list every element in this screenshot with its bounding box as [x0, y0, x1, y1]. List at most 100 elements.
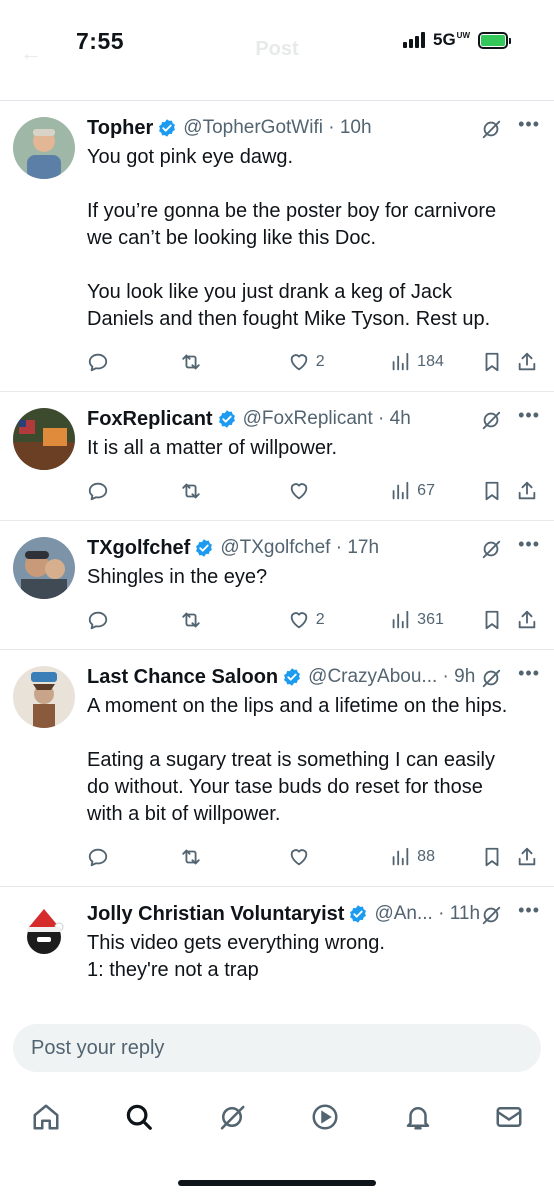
mail-icon[interactable]: [492, 1100, 526, 1134]
reply-icon: [88, 353, 108, 372]
reply-header: Topher @TopherGotWifi · 10h: [87, 116, 540, 140]
share-button[interactable]: [516, 480, 538, 502]
views-button[interactable]: 88: [389, 846, 467, 868]
reply-body: You got pink eye dawg. If you’re gonna be…: [87, 144, 540, 333]
grok-icon[interactable]: [480, 118, 502, 140]
bookmark-button[interactable]: [481, 351, 503, 373]
reply-text-line: Shingles in the eye?: [87, 566, 268, 588]
grok-icon[interactable]: [480, 667, 502, 689]
repost-icon: [182, 612, 201, 628]
network-label: 5G UW: [432, 30, 470, 49]
reply-header: Jolly Christian Voluntaryist @An... · 11…: [87, 902, 540, 926]
author-name[interactable]: TXgolfchef: [87, 537, 190, 560]
reply-item[interactable]: Last Chance Saloon @CrazyAbou... · 9h ••…: [0, 650, 554, 887]
status-time: 7:55: [76, 28, 125, 54]
reply-text-line: You got pink eye dawg.: [87, 146, 294, 168]
view-count: 88: [417, 848, 435, 865]
view-count: 67: [417, 482, 435, 499]
reply-button[interactable]: [87, 351, 167, 373]
reply-item[interactable]: Topher @TopherGotWifi · 10h ••• You got …: [0, 101, 554, 392]
author-handle[interactable]: @CrazyAbou...: [308, 666, 437, 688]
share-icon: [518, 610, 536, 629]
timestamp: 11h: [449, 903, 481, 924]
views-button[interactable]: 184: [389, 351, 467, 373]
views-button[interactable]: 361: [389, 609, 467, 631]
share-button[interactable]: [516, 351, 538, 373]
avatar[interactable]: [13, 666, 75, 728]
like-button[interactable]: [288, 480, 376, 502]
repost-button[interactable]: [180, 351, 274, 373]
reply-body: Shingles in the eye?: [87, 564, 540, 591]
like-button[interactable]: 2: [288, 351, 376, 373]
reply-item[interactable]: Jolly Christian Voluntaryist @An... · 11…: [0, 887, 554, 1011]
author-name[interactable]: FoxReplicant: [87, 408, 213, 431]
avatar[interactable]: [13, 903, 75, 965]
action-bar: 67: [87, 462, 540, 520]
grok-icon[interactable]: [480, 409, 502, 431]
reply-button[interactable]: [87, 846, 167, 868]
bell-icon[interactable]: [401, 1100, 435, 1134]
avatar[interactable]: [13, 117, 75, 179]
reply-header: Last Chance Saloon @CrazyAbou... · 9h: [87, 665, 540, 689]
bookmark-button[interactable]: [481, 480, 503, 502]
action-bar: 2 361: [87, 591, 540, 649]
view-count: 184: [417, 353, 444, 370]
reply-button[interactable]: [87, 609, 167, 631]
share-button[interactable]: [516, 846, 538, 868]
author-name[interactable]: Topher: [87, 117, 153, 140]
signal-icon: [402, 32, 425, 48]
more-options-icon[interactable]: •••: [518, 405, 540, 426]
reply-text-line: You look like you just drank a keg of Ja…: [87, 281, 491, 330]
reply-item[interactable]: FoxReplicant @FoxReplicant · 4h ••• It i…: [0, 392, 554, 521]
views-button[interactable]: 67: [389, 480, 467, 502]
like-button[interactable]: 2: [288, 609, 376, 631]
grok-icon[interactable]: [480, 904, 502, 926]
bookmark-icon: [485, 847, 498, 867]
author-handle[interactable]: @TXgolfchef: [220, 537, 330, 559]
timestamp: 17h: [347, 537, 380, 558]
bookmark-icon: [485, 610, 498, 630]
bookmark-button[interactable]: [481, 846, 503, 868]
reply-item[interactable]: TXgolfchef @TXgolfchef · 17h ••• Shingle…: [0, 521, 554, 650]
author-name[interactable]: Last Chance Saloon: [87, 666, 278, 689]
reply-text-line: It is all a matter of willpower.: [87, 437, 338, 459]
reply-button[interactable]: [87, 480, 167, 502]
more-options-icon[interactable]: •••: [518, 900, 540, 921]
bookmark-button[interactable]: [481, 609, 503, 631]
status-indicators: 5G UW: [402, 30, 511, 50]
repost-button[interactable]: [180, 609, 274, 631]
author-handle[interactable]: @An...: [374, 903, 432, 925]
like-button[interactable]: [288, 846, 376, 868]
author-handle[interactable]: @TopherGotWifi: [183, 117, 323, 139]
heart-icon: [290, 612, 308, 629]
video-icon[interactable]: [308, 1100, 342, 1134]
repost-button[interactable]: [180, 846, 274, 868]
more-options-icon[interactable]: •••: [518, 114, 540, 135]
bookmark-icon: [485, 481, 498, 501]
grok-icon[interactable]: [480, 538, 502, 560]
reply-header: TXgolfchef @TXgolfchef · 17h: [87, 536, 540, 560]
reply-text-line: 1: they're not a trap: [87, 959, 259, 981]
share-button[interactable]: [516, 609, 538, 631]
timestamp: 10h: [339, 117, 372, 138]
verified-badge-icon: [350, 905, 367, 923]
more-options-icon[interactable]: •••: [518, 534, 540, 555]
share-icon: [518, 352, 536, 371]
avatar[interactable]: [13, 537, 75, 599]
reply-body: It is all a matter of willpower.: [87, 435, 540, 462]
verified-badge-icon: [284, 668, 301, 686]
timestamp: 4h: [389, 408, 411, 429]
author-name[interactable]: Jolly Christian Voluntaryist: [87, 903, 344, 926]
home-icon[interactable]: [29, 1100, 63, 1134]
more-options-icon[interactable]: •••: [518, 663, 540, 684]
reply-input[interactable]: Post your reply: [13, 1024, 541, 1072]
search-icon[interactable]: [122, 1100, 156, 1134]
reply-text-line: [87, 984, 516, 1011]
grok-icon[interactable]: [215, 1100, 249, 1134]
reply-body: This video gets everything wrong. 1: they…: [87, 930, 540, 1011]
avatar[interactable]: [13, 408, 75, 470]
repost-button[interactable]: [180, 480, 274, 502]
author-handle[interactable]: @FoxReplicant: [243, 408, 373, 430]
reply-icon: [88, 848, 108, 867]
timestamp-separator: ·: [330, 537, 348, 558]
